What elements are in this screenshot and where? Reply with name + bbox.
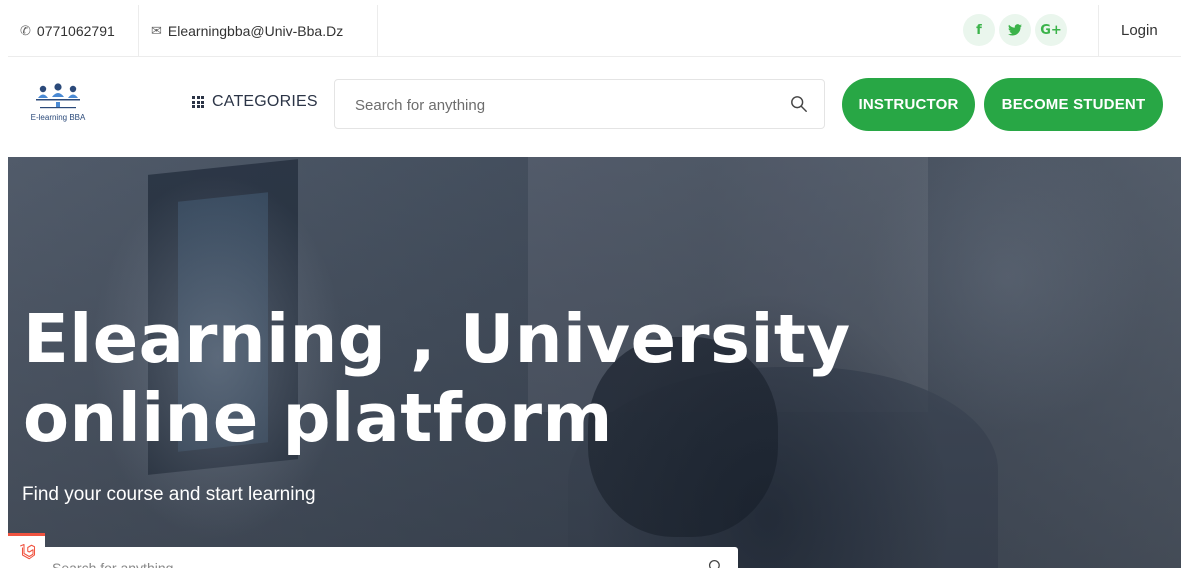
laravel-debug-icon[interactable] xyxy=(8,533,45,568)
laravel-logo-icon xyxy=(19,543,35,560)
hero-search-placeholder: Search for anything xyxy=(52,560,174,568)
site-logo[interactable]: E-learning BBA xyxy=(28,82,88,124)
categories-menu[interactable]: CATEGORIES xyxy=(192,93,318,111)
top-contact-bar: ✆ 0771062791 ✉ Elearningbba@Univ-Bba.Dz … xyxy=(8,5,1181,57)
header-search xyxy=(334,79,825,130)
email-contact[interactable]: ✉ Elearningbba@Univ-Bba.Dz xyxy=(151,5,343,56)
logo-text: E-learning BBA xyxy=(30,113,86,122)
divider xyxy=(377,5,378,56)
hero-title-line1: Elearning , University xyxy=(23,300,851,378)
email-address: Elearningbba@Univ-Bba.Dz xyxy=(167,22,344,39)
search-icon[interactable] xyxy=(790,95,808,113)
hero-subtitle: Find your course and start learning xyxy=(22,484,316,505)
hero-title-line2: online platform xyxy=(23,379,613,457)
grid-icon xyxy=(192,96,204,108)
phone-contact[interactable]: ✆ 0771062791 xyxy=(20,5,115,56)
search-icon[interactable] xyxy=(708,559,724,568)
instructor-button[interactable]: INSTRUCTOR xyxy=(842,78,975,131)
hero-title: Elearning , University online platform xyxy=(23,300,851,458)
mail-icon: ✉ xyxy=(151,22,162,38)
phone-number: 0771062791 xyxy=(36,22,115,39)
hero-banner: Elearning , University online platform F… xyxy=(8,157,1181,568)
bottom-strip xyxy=(8,568,1181,573)
become-student-button[interactable]: BECOME STUDENT xyxy=(984,78,1163,131)
twitter-icon[interactable] xyxy=(999,14,1031,46)
google-plus-icon[interactable]: G+ xyxy=(1035,14,1067,46)
phone-icon: ✆ xyxy=(20,22,31,38)
search-input[interactable] xyxy=(335,80,797,130)
categories-label: CATEGORIES xyxy=(212,93,318,110)
hero-search-bar[interactable]: Search for anything xyxy=(36,547,738,568)
logo-graphic xyxy=(36,83,80,109)
main-navbar: E-learning BBA CATEGORIES INSTRUCTOR BEC… xyxy=(8,57,1181,157)
facebook-icon[interactable]: f xyxy=(963,14,995,46)
login-link[interactable]: Login xyxy=(1121,5,1158,56)
divider xyxy=(1098,5,1099,56)
social-links: f G+ xyxy=(963,14,1067,46)
divider xyxy=(138,5,139,56)
